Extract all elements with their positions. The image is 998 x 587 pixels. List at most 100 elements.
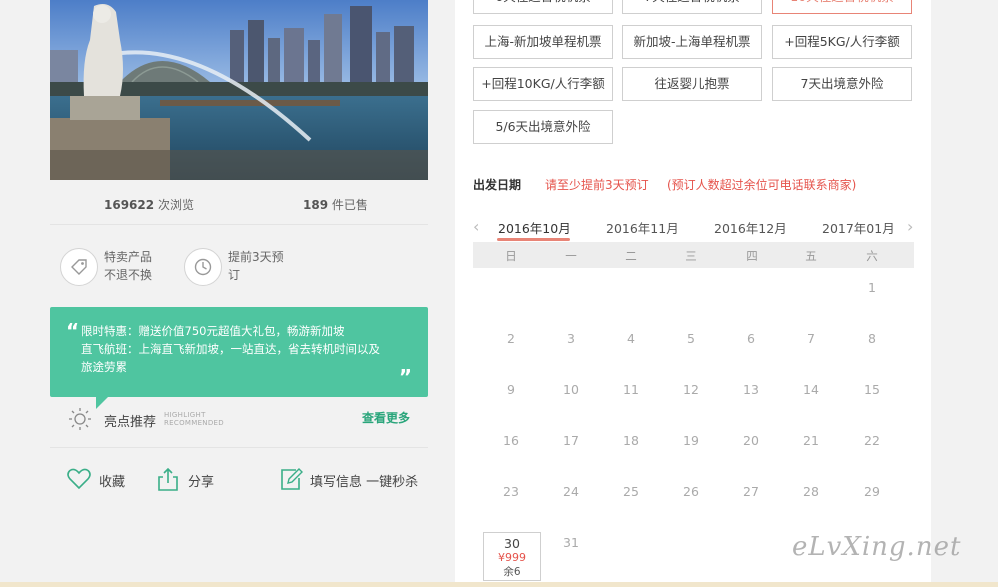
highlight-sub-line: RECOMMENDED (164, 419, 224, 427)
option-button[interactable]: 新加坡-上海单程机票 (622, 25, 762, 59)
share-button[interactable]: 分享 (156, 466, 236, 492)
option-button[interactable]: 往返婴儿抱票 (622, 67, 762, 101)
option-button[interactable]: +回程10KG/人行李额 (473, 67, 613, 101)
weekday-label: 三 (685, 249, 697, 263)
active-month-underline (497, 238, 570, 241)
option-button[interactable]: 7天出境意外险 (772, 67, 912, 101)
promo-line: 旅途劳累 (81, 360, 127, 374)
favorite-button[interactable]: 收藏 (66, 466, 146, 492)
badge-advance-booking-text: 提前3天预 订 (228, 248, 308, 284)
calendar-day: 18 (623, 433, 639, 448)
heart-icon (67, 468, 91, 490)
calendar-day: 2 (507, 331, 515, 346)
singapore-skyline-image (50, 0, 428, 180)
highlight-sub-line: HIGHLIGHT (164, 411, 206, 419)
calendar-day: 19 (683, 433, 699, 448)
favorite-label: 收藏 (99, 475, 126, 490)
views-number: 169622 (104, 198, 155, 212)
available-day-remaining: 余6 (503, 566, 521, 578)
calendar-day: 3 (567, 331, 575, 346)
month-tab[interactable]: 2016年11月 (606, 218, 679, 237)
sun-icon (69, 408, 91, 430)
footer-strip (0, 582, 998, 587)
booking-panel: 6天往返含税机票 7天往返含税机票 10天往返含税机票 上海-新加坡单程机票 新… (455, 0, 931, 587)
prev-month-arrow-icon[interactable]: ‹ (473, 217, 479, 236)
fill-info-button[interactable]: 填写信息 一键秒杀 (278, 466, 428, 492)
calendar-day-available[interactable]: 30 ¥999 余6 (483, 532, 541, 581)
weekday-label: 日 (505, 249, 517, 263)
highlight-title: 亮点推荐 (104, 415, 157, 430)
option-button-selected[interactable]: 10天往返含税机票 (772, 0, 912, 14)
calendar-day: 25 (623, 484, 639, 499)
product-photo (50, 0, 428, 180)
tag-icon (60, 248, 98, 286)
calendar-day: 5 (687, 331, 695, 346)
weekday-label: 二 (625, 249, 637, 263)
views-count: 169622 次浏览 (104, 196, 194, 213)
calendar-day: 13 (743, 382, 759, 397)
weekday-label: 五 (805, 249, 817, 263)
calendar-day: 8 (868, 331, 876, 346)
departure-date-label: 出发日期 (473, 178, 522, 192)
calendar-day: 14 (803, 382, 819, 397)
promo-line: 直飞航班：上海直飞新加坡，一站直达，省去转机时间以及 (81, 342, 380, 356)
calendar-day: 20 (743, 433, 759, 448)
calendar-day: 16 (503, 433, 519, 448)
fill-info-label: 填写信息 一键秒杀 (310, 475, 419, 490)
view-more-link[interactable]: 查看更多 (362, 409, 410, 426)
month-tab[interactable]: 2016年12月 (714, 218, 787, 237)
available-day-price: ¥999 (498, 551, 526, 564)
badge-line: 特卖产品 (104, 250, 153, 264)
calendar-day: 23 (503, 484, 519, 499)
option-button[interactable]: 5/6天出境意外险 (473, 110, 613, 144)
calendar-day: 31 (563, 535, 579, 550)
highlight-subtitle: HIGHLIGHT RECOMMENDED (164, 411, 224, 427)
badge-line: 不退不换 (104, 268, 153, 282)
next-month-arrow-icon[interactable]: › (907, 217, 913, 236)
calendar-day: 6 (747, 331, 755, 346)
calendar-day: 22 (864, 433, 880, 448)
calendar-day: 11 (623, 382, 639, 397)
available-day-number: 30 (504, 536, 520, 551)
option-button[interactable]: 7天往返含税机票 (622, 0, 762, 14)
edit-icon (281, 468, 303, 490)
calendar-day: 26 (683, 484, 699, 499)
product-stats: 169622 次浏览 189 件已售 (50, 186, 428, 225)
weekday-header: 日 一 二 三 四 五 六 (473, 242, 914, 268)
weekday-label: 四 (746, 249, 758, 263)
site-watermark: eLvXing.net (792, 532, 962, 562)
promo-line: 限时特惠：赠送价值750元超值大礼包，畅游新加坡 (81, 324, 345, 338)
views-label: 次浏览 (157, 198, 194, 212)
calendar-day: 1 (868, 280, 876, 295)
calendar-day: 10 (563, 382, 579, 397)
product-badges: 特卖产品 不退不换 提前3天预 订 (50, 236, 428, 296)
promo-box: “ 限时特惠：赠送价值750元超值大礼包，畅游新加坡 直飞航班：上海直飞新加坡，… (50, 307, 428, 397)
weekday-label: 一 (565, 249, 577, 263)
badge-line: 提前3天预 (228, 250, 284, 264)
option-button[interactable]: 上海-新加坡单程机票 (473, 25, 613, 59)
sold-number: 189 (303, 198, 329, 212)
sold-label: 件已售 (331, 198, 368, 212)
badge-line: 订 (228, 268, 241, 282)
contact-seller-note: (预订人数超过余位可电话联系商家) (667, 178, 857, 192)
calendar-day: 29 (864, 484, 880, 499)
calendar-day: 27 (743, 484, 759, 499)
sold-count: 189 件已售 (303, 196, 368, 213)
calendar-day: 12 (683, 382, 699, 397)
promo-pointer (96, 397, 108, 409)
month-tab-active[interactable]: 2016年10月 (498, 218, 571, 237)
badge-special-sale-text: 特卖产品 不退不换 (104, 248, 184, 284)
month-tab[interactable]: 2017年01月 (822, 218, 895, 237)
calendar-day: 9 (507, 382, 515, 397)
action-bar: 收藏 分享 填写信息 一键秒杀 (50, 462, 428, 496)
clock-icon (184, 248, 222, 286)
share-icon (158, 467, 178, 491)
calendar-day: 17 (563, 433, 579, 448)
option-button[interactable]: +回程5KG/人行李额 (772, 25, 912, 59)
option-button[interactable]: 6天往返含税机票 (473, 0, 613, 14)
open-quote-icon: “ (66, 319, 80, 343)
weekday-label: 六 (866, 249, 878, 263)
calendar-day: 15 (864, 382, 880, 397)
share-label: 分享 (188, 475, 215, 490)
calendar-day: 24 (563, 484, 579, 499)
